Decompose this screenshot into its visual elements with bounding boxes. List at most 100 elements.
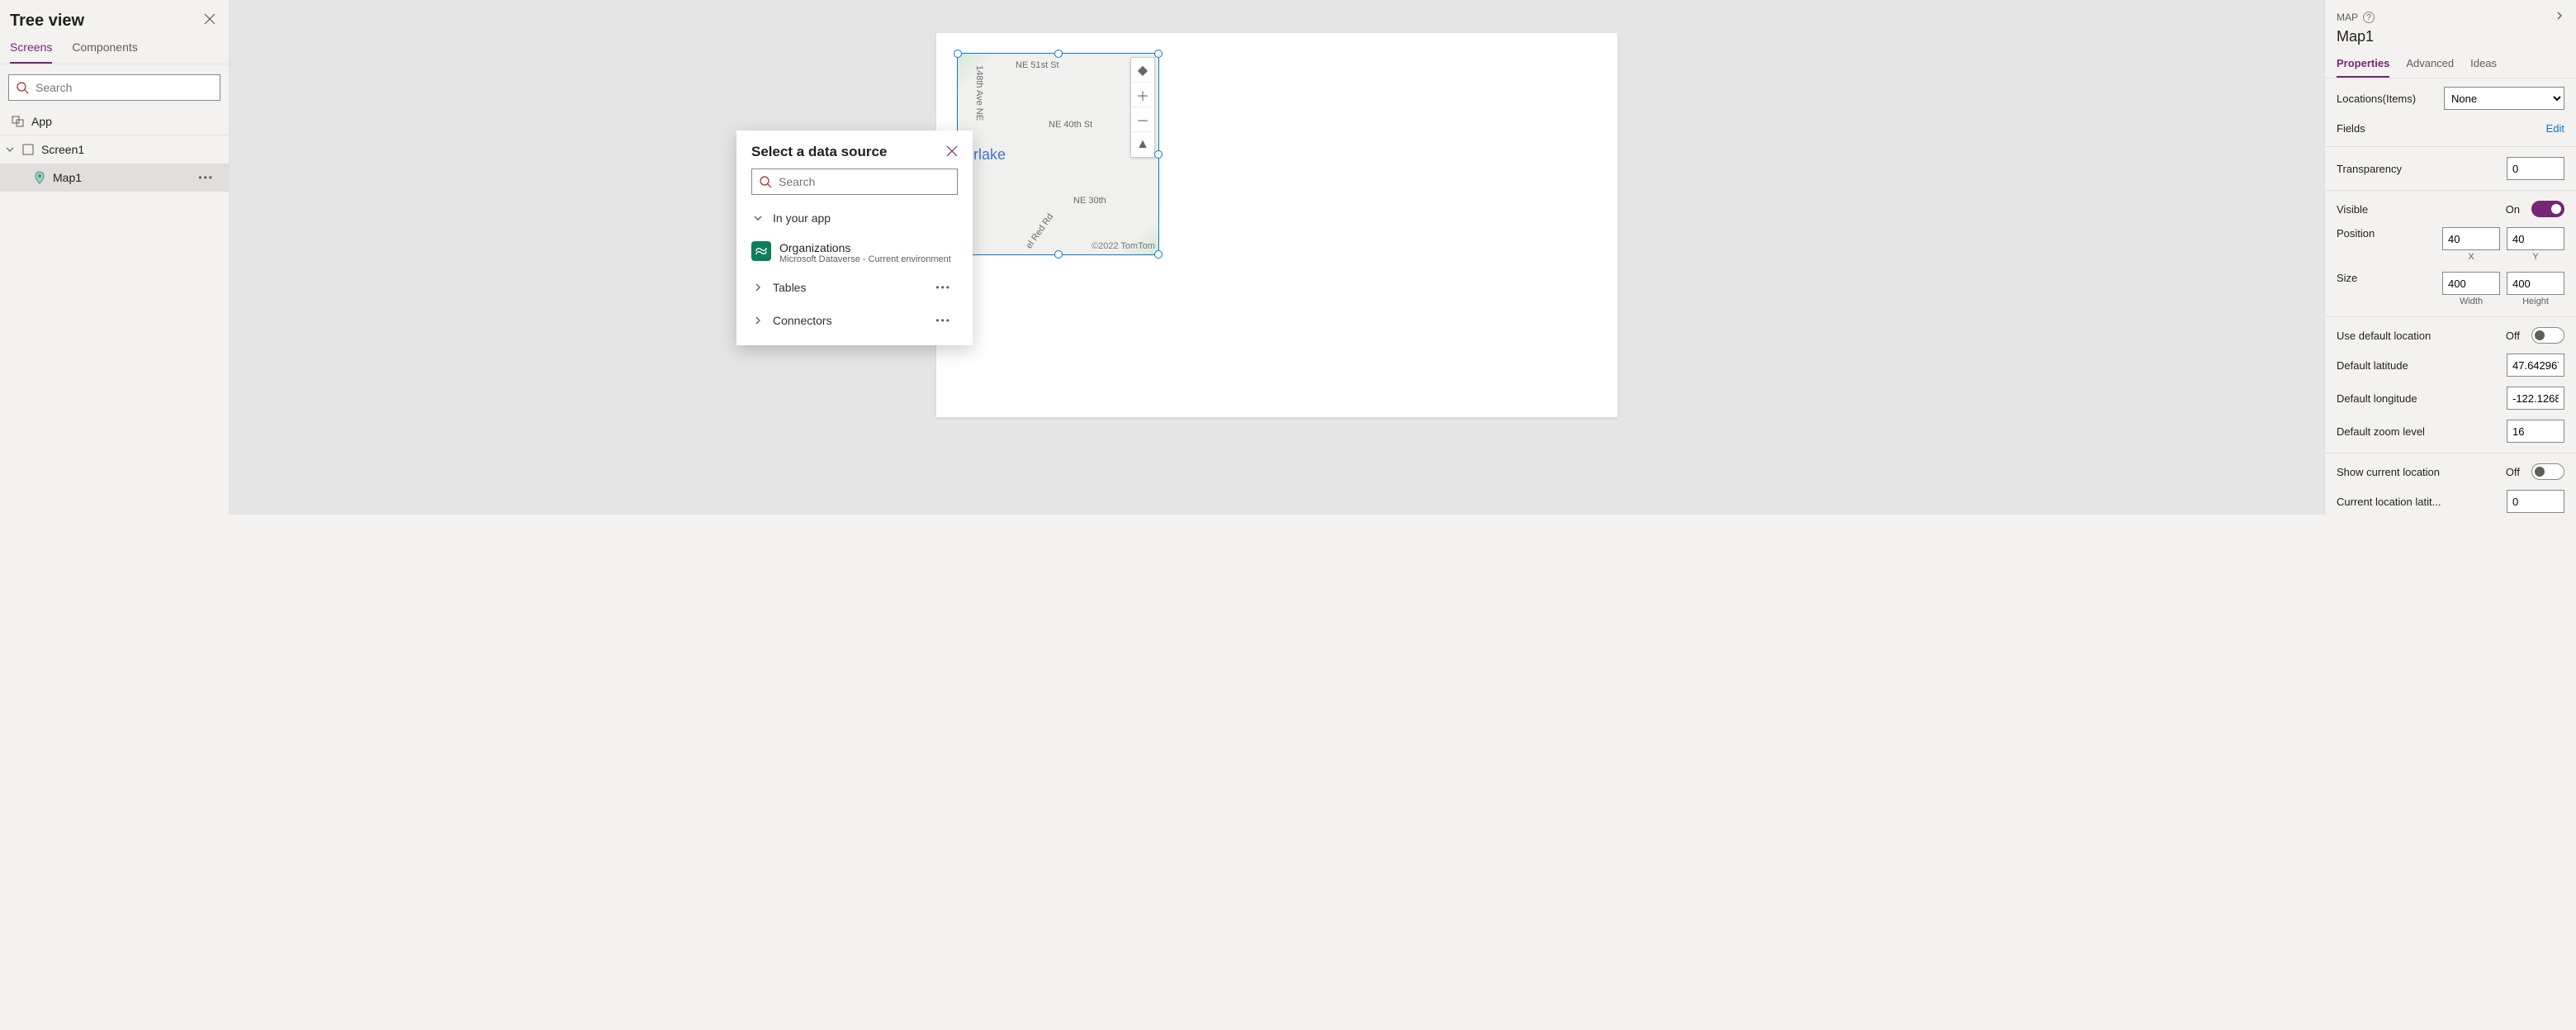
dataverse-icon [751, 241, 771, 261]
map-road-label: 148th Ave NE [974, 65, 984, 121]
prop-position-x-input[interactable] [2442, 227, 2500, 250]
resize-handle[interactable] [1154, 50, 1163, 58]
help-icon[interactable]: ? [2363, 12, 2375, 23]
prop-position-y-input[interactable] [2507, 227, 2564, 250]
more-icon[interactable]: ••• [198, 172, 220, 183]
close-icon[interactable] [946, 145, 958, 159]
tree-view-title: Tree view [10, 12, 84, 31]
prop-use-default-location-state: Off [2506, 330, 2520, 342]
properties-panel: MAP ? Map1 Properties Advanced Ideas Loc… [2324, 0, 2576, 515]
resize-handle[interactable] [1054, 250, 1063, 259]
prop-transparency-input[interactable] [2507, 157, 2564, 180]
app-icon [12, 115, 25, 128]
map-road-label: el Red Rd [1025, 212, 1056, 251]
resize-handle[interactable] [1054, 50, 1063, 58]
map-zoom-out-button[interactable]: － [1131, 107, 1154, 132]
map-road-label: NE 40th St [1049, 120, 1092, 130]
tree-app-label: App [31, 115, 52, 128]
tab-properties[interactable]: Properties [2337, 52, 2389, 78]
ds-search-input[interactable] [779, 175, 950, 188]
prop-position-label: Position [2337, 227, 2436, 240]
ds-section-tables[interactable]: Tables ••• [736, 271, 973, 304]
map-icon [33, 171, 46, 184]
prop-height-sublabel: Height [2522, 297, 2549, 306]
prop-use-default-location-toggle[interactable] [2531, 327, 2564, 344]
control-type-label: MAP [2337, 12, 2358, 23]
ds-search-box[interactable] [751, 169, 958, 195]
map-face: 148th Ave NE NE 51st St NE 40th St NE 30… [958, 54, 1158, 254]
screen-icon [21, 143, 35, 156]
prop-default-zoom-input[interactable] [2507, 420, 2564, 443]
prop-locations-select[interactable]: None [2444, 87, 2564, 110]
prop-visible-toggle[interactable] [2531, 201, 2564, 217]
more-icon[interactable]: ••• [935, 282, 958, 293]
map-attribution: ©2022 TomTom [1091, 241, 1155, 251]
ds-item-title: Organizations [779, 241, 951, 254]
prop-visible-label: Visible [2337, 203, 2499, 216]
tree-map-label: Map1 [53, 171, 82, 184]
prop-visible-state: On [2506, 203, 2520, 216]
prop-width-input[interactable] [2442, 272, 2500, 295]
prop-height-input[interactable] [2507, 272, 2564, 295]
chevron-right-icon [751, 314, 765, 327]
map-control-map1[interactable]: 148th Ave NE NE 51st St NE 40th St NE 30… [957, 53, 1159, 255]
map-zoom-in-button[interactable]: ＋ [1131, 83, 1154, 107]
control-name: Map1 [2325, 28, 2576, 52]
prop-use-default-location-label: Use default location [2337, 330, 2499, 342]
resize-handle[interactable] [954, 50, 962, 58]
tree-row-app[interactable]: App [0, 107, 229, 135]
map-road-label: NE 30th [1073, 196, 1106, 206]
prop-size-label: Size [2337, 272, 2436, 284]
expand-icon[interactable] [2555, 10, 2564, 25]
fields-edit-link[interactable]: Edit [2546, 122, 2564, 135]
tab-advanced[interactable]: Advanced [2406, 52, 2454, 78]
prop-default-lat-label: Default latitude [2337, 359, 2500, 372]
prop-show-current-state: Off [2506, 466, 2520, 478]
ds-section-label: In your app [773, 211, 831, 225]
map-compass-button[interactable]: ◆ [1131, 58, 1154, 83]
ds-section-connectors[interactable]: Connectors ••• [736, 304, 973, 337]
chevron-down-icon [751, 211, 765, 225]
prop-transparency-label: Transparency [2337, 163, 2500, 175]
map-pitch-button[interactable]: ▲ [1131, 132, 1154, 157]
prop-fields-label: Fields [2337, 122, 2540, 135]
resize-handle[interactable] [1154, 250, 1163, 259]
tree-view-panel: Tree view Screens Components App [0, 0, 230, 515]
more-icon[interactable]: ••• [935, 315, 958, 326]
tree-screen-label: Screen1 [41, 143, 84, 156]
close-icon[interactable] [204, 13, 215, 29]
prop-current-lat-label: Current location latit... [2337, 496, 2500, 508]
chevron-down-icon[interactable] [5, 145, 15, 154]
prop-width-sublabel: Width [2460, 297, 2483, 306]
prop-position-x-sublabel: X [2468, 252, 2474, 262]
prop-show-current-label: Show current location [2337, 466, 2499, 478]
chevron-right-icon [751, 281, 765, 294]
tab-screens[interactable]: Screens [10, 34, 52, 64]
prop-default-zoom-label: Default zoom level [2337, 425, 2500, 438]
ds-section-label: Connectors [773, 314, 832, 327]
ds-section-label: Tables [773, 281, 806, 294]
tree-search-input[interactable] [36, 81, 213, 94]
app-canvas-screen1[interactable]: 148th Ave NE NE 51st St NE 40th St NE 30… [936, 33, 1617, 417]
tab-components[interactable]: Components [72, 34, 137, 64]
prop-current-lat-input[interactable] [2507, 490, 2564, 513]
prop-default-lat-input[interactable] [2507, 354, 2564, 377]
ds-section-in-your-app[interactable]: In your app [736, 202, 973, 235]
map-road-label: NE 51st St [1016, 60, 1059, 70]
ds-popup-title: Select a data source [751, 144, 887, 160]
tree-row-screen1[interactable]: Screen1 [0, 135, 229, 164]
ds-item-organizations[interactable]: Organizations Microsoft Dataverse - Curr… [736, 235, 973, 271]
prop-default-lon-label: Default longitude [2337, 392, 2500, 405]
tree-search-box[interactable] [8, 74, 220, 101]
data-source-popup: Select a data source In your app [736, 131, 973, 345]
prop-default-lon-input[interactable] [2507, 387, 2564, 410]
ds-item-subtitle: Microsoft Dataverse - Current environmen… [779, 254, 951, 264]
tab-ideas[interactable]: Ideas [2470, 52, 2497, 78]
tree-row-map1[interactable]: Map1 ••• [0, 164, 229, 192]
prop-show-current-toggle[interactable] [2531, 463, 2564, 480]
map-zoom-controls: ◆ ＋ － ▲ [1130, 57, 1155, 158]
resize-handle[interactable] [1154, 150, 1163, 159]
canvas-area: 148th Ave NE NE 51st St NE 40th St NE 30… [230, 0, 2324, 515]
prop-position-y-sublabel: Y [2532, 252, 2538, 262]
prop-locations-label: Locations(Items) [2337, 93, 2437, 105]
